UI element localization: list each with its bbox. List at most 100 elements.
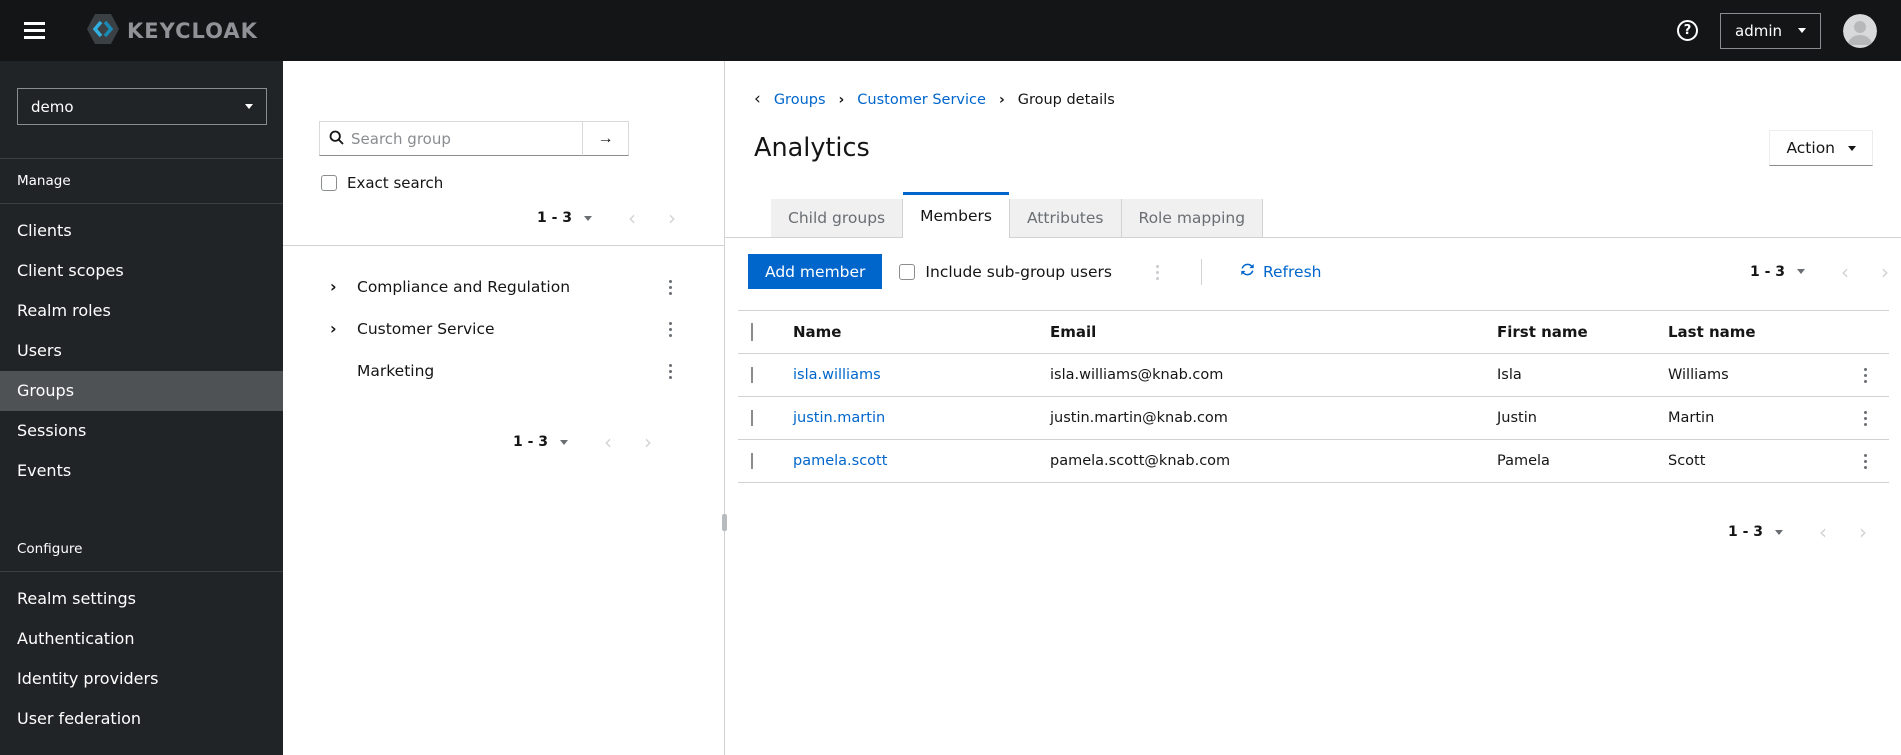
chevron-right-icon[interactable]: › [330,279,344,295]
select-all-checkbox[interactable] [751,323,753,341]
member-last-name: Scott [1668,453,1706,469]
member-first-name: Justin [1497,410,1537,426]
row-kebab-menu-icon[interactable] [1858,410,1873,426]
panel-resize-handle[interactable] [722,514,727,531]
masthead: KEYCLOAK ? admin [0,0,1901,61]
row-checkbox[interactable] [751,367,753,383]
caret-down-icon [1798,28,1806,33]
pagination-options-toggle[interactable] [1775,529,1783,535]
pagination-range: 1 - 3 [536,210,572,226]
member-last-name: Martin [1668,410,1715,426]
pagination-next-button[interactable]: › [668,208,676,228]
member-email: justin.martin@knab.com [1050,410,1228,426]
tab-attributes[interactable]: Attributes [1008,199,1122,237]
sidebar-nav: demo Manage Clients Client scopes Realm … [0,61,283,755]
user-menu-dropdown[interactable]: admin [1720,12,1821,49]
search-submit-button[interactable]: → [583,121,629,156]
brand-logo[interactable]: KEYCLOAK [86,12,258,50]
members-pagination-top: 1 - 3 ‹ › [1750,260,1889,284]
table-row: justin.martin justin.martin@knab.com Jus… [738,397,1889,440]
keycloak-logo-icon [86,12,120,50]
sidebar-item-client-scopes[interactable]: Client scopes [0,251,283,291]
table-row: isla.williams isla.williams@knab.com Isl… [738,354,1889,397]
sidebar-item-events[interactable]: Events [0,451,283,491]
back-icon[interactable]: ‹ [754,91,761,108]
row-kebab-menu-icon[interactable] [1858,367,1873,383]
chevron-right-icon[interactable]: › [330,321,344,337]
tab-child-groups[interactable]: Child groups [771,199,904,237]
pagination-range: 1 - 3 [1749,263,1785,280]
group-tree-item: › Marketing [283,350,724,392]
pagination-range: 1 - 3 [1727,524,1763,540]
column-header-email: Email [1050,323,1097,341]
realm-selector[interactable]: demo [17,88,267,125]
pagination-prev-button[interactable]: ‹ [1819,522,1827,542]
breadcrumb-link-groups[interactable]: Groups [774,92,826,108]
member-name-link[interactable]: pamela.scott [793,453,887,469]
table-row: pamela.scott pamela.scott@knab.com Pamel… [738,440,1889,483]
refresh-button[interactable]: Refresh [1240,262,1321,281]
row-kebab-menu-icon[interactable] [1858,453,1873,469]
breadcrumb-link-customer-service[interactable]: Customer Service [857,92,986,108]
sidebar-item-realm-settings[interactable]: Realm settings [0,579,283,619]
sidebar-item-users[interactable]: Users [0,331,283,371]
pagination-next-button[interactable]: › [1881,262,1889,282]
member-first-name: Isla [1497,367,1522,383]
add-member-button[interactable]: Add member [748,254,883,289]
group-tree-item: › Compliance and Regulation [283,266,724,308]
action-dropdown[interactable]: Action [1769,130,1873,166]
sidebar-item-identity-providers[interactable]: Identity providers [0,659,283,699]
group-name[interactable]: Compliance and Regulation [357,278,570,296]
pagination-prev-button[interactable]: ‹ [628,208,636,228]
search-group-input[interactable] [319,121,583,156]
tab-role-mapping[interactable]: Role mapping [1121,199,1264,237]
help-icon[interactable]: ? [1677,20,1698,41]
nav-section-configure: Configure [0,527,283,572]
member-last-name: Williams [1668,367,1729,383]
caret-down-icon [245,104,253,109]
include-subgroup-checkbox[interactable] [899,263,916,280]
pagination-prev-button[interactable]: ‹ [1841,262,1849,282]
group-name[interactable]: Customer Service [357,320,495,338]
sidebar-item-clients[interactable]: Clients [0,211,283,251]
kebab-menu-icon[interactable] [663,363,678,379]
tree-pagination-bottom: 1 - 3 ‹ › [283,430,724,454]
avatar[interactable] [1843,13,1877,48]
member-email: isla.williams@knab.com [1050,367,1224,383]
sidebar-item-authentication[interactable]: Authentication [0,619,283,659]
nav-toggle-button[interactable] [24,22,46,39]
breadcrumb-separator-icon: › [998,91,1005,108]
member-email: pamela.scott@knab.com [1050,453,1231,469]
pagination-prev-button[interactable]: ‹ [604,432,612,452]
pagination-range: 1 - 3 [512,434,548,450]
members-toolbar: Add member Include sub-group users Refre… [725,254,1901,289]
breadcrumb-current: Group details [1017,91,1115,108]
exact-search-checkbox[interactable] [321,175,337,191]
column-header-name: Name [793,323,842,341]
group-tree-item: › Customer Service [283,308,724,350]
caret-down-icon [560,439,568,445]
pagination-options-toggle[interactable] [560,439,568,445]
member-name-link[interactable]: justin.martin [793,410,885,426]
column-header-last-name: Last name [1668,323,1756,341]
pagination-options-toggle[interactable] [1797,269,1805,274]
row-checkbox[interactable] [751,453,753,469]
sidebar-item-groups[interactable]: Groups [0,371,283,411]
kebab-menu-icon[interactable] [663,321,678,337]
sidebar-item-user-federation[interactable]: User federation [0,699,283,739]
members-pagination-bottom: 1 - 3 ‹ › [725,520,1901,544]
sidebar-item-realm-roles[interactable]: Realm roles [0,291,283,331]
toolbar-kebab-menu-icon[interactable] [1150,264,1165,280]
pagination-next-button[interactable]: › [1859,522,1867,542]
group-name[interactable]: Marketing [357,362,434,380]
realm-selector-value: demo [31,97,74,116]
sidebar-item-sessions[interactable]: Sessions [0,411,283,451]
row-checkbox[interactable] [751,410,753,426]
pagination-options-toggle[interactable] [584,215,592,221]
brand-name: KEYCLOAK [127,18,258,43]
pagination-next-button[interactable]: › [644,432,652,452]
tab-members[interactable]: Members [903,192,1009,238]
kebab-menu-icon[interactable] [663,279,678,295]
exact-search-label: Exact search [347,174,444,192]
member-name-link[interactable]: isla.williams [793,367,881,383]
